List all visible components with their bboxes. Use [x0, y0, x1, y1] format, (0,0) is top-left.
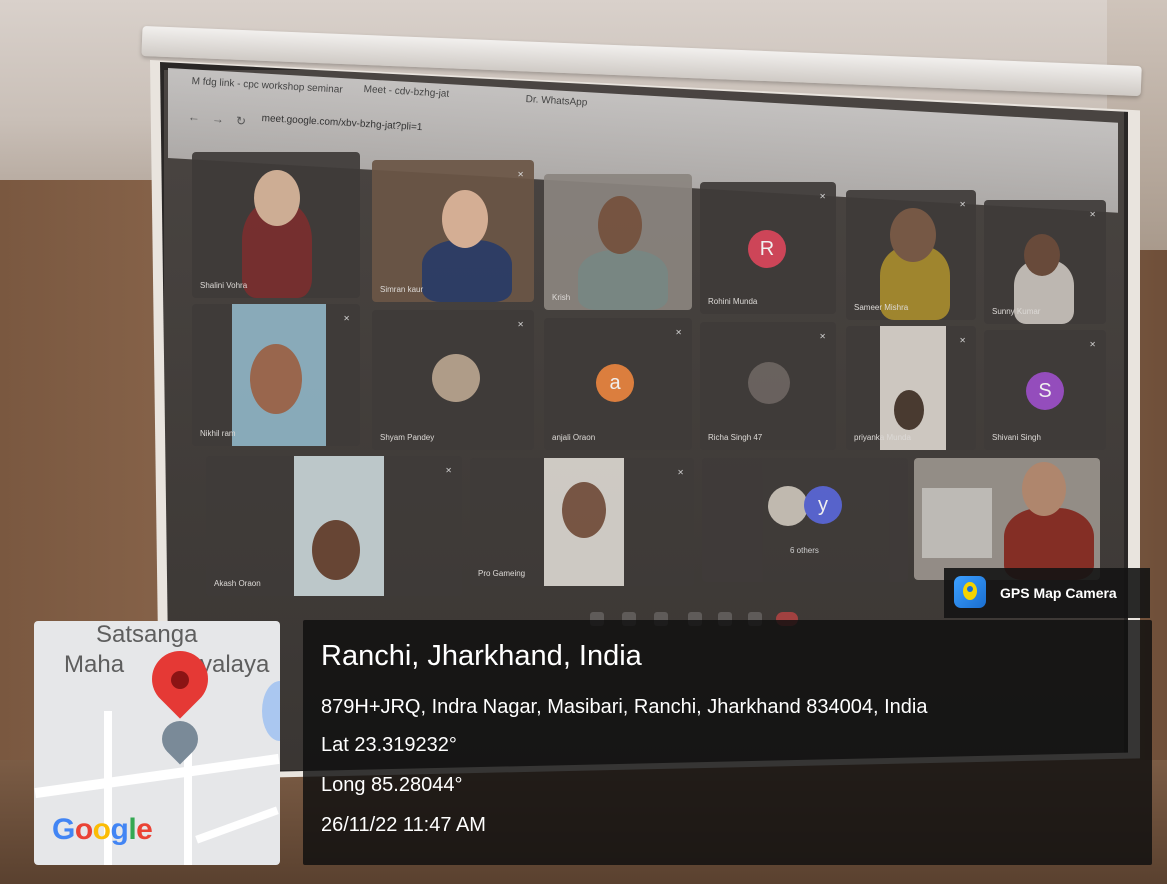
participant-avatar-photo [748, 362, 790, 404]
mic-muted-icon: ✕ [677, 468, 684, 477]
participant-name: Sunny Kumar [992, 307, 1041, 316]
participant-name: priyanka Munda [854, 433, 911, 442]
participant-tile[interactable]: ✕ Pro Gameing [470, 458, 694, 586]
map-water [262, 681, 280, 741]
google-logo: Google [52, 813, 153, 846]
participant-name: Rohini Munda [708, 297, 758, 306]
gps-map-camera-icon [954, 576, 986, 608]
participant-tile[interactable]: R ✕ Rohini Munda [700, 182, 836, 314]
map-place-name: Maha [64, 651, 125, 678]
participant-name: anjali Oraon [552, 433, 596, 442]
participant-name: Shalini Vohra [200, 281, 248, 290]
participant-name: Nikhil ram [200, 429, 236, 438]
person-figure [422, 240, 512, 302]
participant-avatar: S [1026, 372, 1064, 410]
participant-tile[interactable]: ✕ Sameer Mishra [846, 190, 976, 320]
location-pin-center [171, 671, 189, 689]
self-view-tile[interactable] [914, 458, 1100, 580]
mic-muted-icon: ✕ [517, 320, 524, 329]
participant-avatar-photo [768, 486, 808, 526]
participant-avatar: R [748, 230, 786, 268]
participant-avatar: y [804, 486, 842, 524]
participant-tile[interactable]: S ✕ Shivani Singh [984, 330, 1106, 450]
participant-tile[interactable]: ✕ Sunny Kumar [984, 200, 1106, 324]
participant-name: Akash Oraon [214, 579, 261, 588]
person-face [312, 520, 360, 580]
longitude-text: Long 85.28044° [321, 774, 463, 796]
person-face [250, 344, 302, 414]
participant-tile[interactable]: ✕ Shyam Pandey [372, 310, 534, 450]
mic-muted-icon: ✕ [517, 170, 524, 179]
participant-tile[interactable]: ✕ Akash Oraon [206, 456, 462, 596]
participant-name: Richa Singh 47 [708, 433, 763, 442]
person-face [442, 190, 488, 248]
mic-muted-icon: ✕ [959, 336, 966, 345]
map-place-name: Satsanga [96, 621, 198, 648]
gps-app-name: GPS Map Camera [1000, 585, 1117, 601]
person-face [562, 482, 606, 538]
participant-name: Pro Gameing [478, 569, 526, 578]
browser-tab-3[interactable]: Dr. WhatsApp [525, 94, 587, 116]
participant-tile[interactable]: ✕ Richa Singh 47 [700, 322, 836, 450]
map-road [184, 741, 192, 865]
participant-tile[interactable]: ✕ priyanka Munda [846, 326, 976, 450]
person-face [894, 390, 924, 430]
person-face [598, 196, 642, 254]
participant-tile[interactable]: Shalini Vohra [192, 152, 360, 298]
latitude-text: Lat 23.319232° [321, 734, 457, 756]
location-title: Ranchi, Jharkhand, India [321, 640, 642, 672]
mic-muted-icon: ✕ [343, 314, 350, 323]
participant-tile[interactable]: ✕ Nikhil ram [192, 304, 360, 446]
participant-avatar: a [596, 364, 634, 402]
mic-muted-icon: ✕ [819, 192, 826, 201]
participant-tile[interactable]: a ✕ anjali Oraon [544, 318, 692, 450]
person-figure [578, 250, 668, 310]
mic-muted-icon: ✕ [675, 328, 682, 337]
map-road [195, 806, 279, 844]
mic-muted-icon: ✕ [959, 200, 966, 209]
participant-name: Sameer Mishra [854, 303, 909, 312]
reload-icon[interactable]: ↻ [236, 114, 247, 129]
person-face [1024, 234, 1060, 276]
others-count: 6 others [790, 546, 819, 555]
mic-muted-icon: ✕ [1089, 210, 1096, 219]
mic-muted-icon: ✕ [445, 466, 452, 475]
participant-name: Simran kaur [380, 285, 424, 294]
address-text: 879H+JRQ, Indra Nagar, Masibari, Ranchi,… [321, 696, 928, 718]
map-poi-icon [154, 713, 206, 765]
participant-name: Shivani Singh [992, 433, 1041, 442]
participant-tile[interactable]: ✕ Simran kaur [372, 160, 534, 302]
person-figure [880, 326, 946, 450]
participant-name: Shyam Pandey [380, 433, 435, 442]
map-place-name: yalaya [200, 651, 270, 678]
mic-muted-icon: ✕ [1089, 340, 1096, 349]
person-face [1022, 462, 1066, 516]
map-thumbnail: Satsanga Maha yalaya Google [34, 621, 280, 865]
datetime-text: 26/11/22 11:47 AM [321, 814, 486, 836]
whiteboard [922, 488, 992, 558]
person-face [890, 208, 936, 262]
participant-tile-others[interactable]: y 6 others [702, 458, 908, 582]
participant-tile[interactable]: Krish [544, 174, 692, 310]
participant-avatar-photo [432, 354, 480, 402]
mic-muted-icon: ✕ [819, 332, 826, 341]
map-road [34, 753, 280, 799]
back-icon[interactable]: ← [188, 110, 201, 125]
forward-icon[interactable]: → [212, 112, 225, 127]
person-face [254, 170, 300, 226]
participant-name: Krish [552, 293, 571, 302]
